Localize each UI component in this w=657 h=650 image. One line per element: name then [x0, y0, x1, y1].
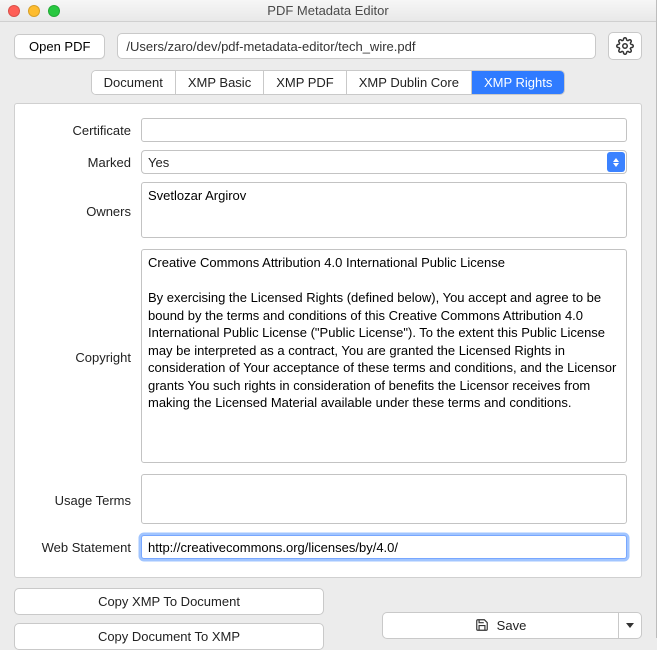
- bottom-bar: Copy XMP To Document Copy Document To XM…: [0, 578, 656, 650]
- usage-terms-label: Usage Terms: [29, 474, 141, 527]
- settings-button[interactable]: [608, 32, 642, 60]
- copyright-label: Copyright: [29, 249, 141, 466]
- save-button-label: Save: [497, 618, 527, 633]
- certificate-label: Certificate: [29, 118, 141, 142]
- save-split-button: Save: [382, 612, 642, 639]
- form-panel: Certificate Marked Yes Owners Copyright …: [14, 103, 642, 578]
- copy-document-to-xmp-button[interactable]: Copy Document To XMP: [14, 623, 324, 650]
- marked-label: Marked: [29, 150, 141, 174]
- window-titlebar: PDF Metadata Editor: [0, 0, 656, 22]
- owners-input[interactable]: [141, 182, 627, 238]
- marked-select[interactable]: Yes: [141, 150, 627, 174]
- save-icon: [475, 618, 489, 632]
- window-close-button[interactable]: [8, 5, 20, 17]
- certificate-input[interactable]: [141, 118, 627, 142]
- save-dropdown-button[interactable]: [618, 612, 642, 639]
- file-path-input[interactable]: [117, 33, 596, 59]
- save-button[interactable]: Save: [382, 612, 618, 639]
- web-statement-label: Web Statement: [29, 535, 141, 559]
- window-minimize-button[interactable]: [28, 5, 40, 17]
- tab-document[interactable]: Document: [92, 71, 176, 94]
- select-stepper-icon: [607, 152, 625, 172]
- tab-xmp-dublin-core[interactable]: XMP Dublin Core: [347, 71, 472, 94]
- tab-xmp-rights[interactable]: XMP Rights: [472, 71, 564, 94]
- tab-xmp-basic[interactable]: XMP Basic: [176, 71, 264, 94]
- web-statement-input[interactable]: [141, 535, 627, 559]
- marked-select-value: Yes: [148, 155, 169, 170]
- window-title: PDF Metadata Editor: [0, 3, 656, 18]
- copyright-input[interactable]: [141, 249, 627, 463]
- tab-bar-container: Document XMP Basic XMP PDF XMP Dublin Co…: [0, 66, 656, 99]
- open-pdf-button[interactable]: Open PDF: [14, 34, 105, 59]
- gear-icon: [616, 37, 634, 55]
- tab-bar: Document XMP Basic XMP PDF XMP Dublin Co…: [91, 70, 566, 95]
- chevron-down-icon: [626, 623, 634, 628]
- usage-terms-input[interactable]: [141, 474, 627, 524]
- copy-xmp-to-document-button[interactable]: Copy XMP To Document: [14, 588, 324, 615]
- main-toolbar: Open PDF: [0, 22, 656, 66]
- window-maximize-button[interactable]: [48, 5, 60, 17]
- tab-xmp-pdf[interactable]: XMP PDF: [264, 71, 347, 94]
- owners-label: Owners: [29, 182, 141, 241]
